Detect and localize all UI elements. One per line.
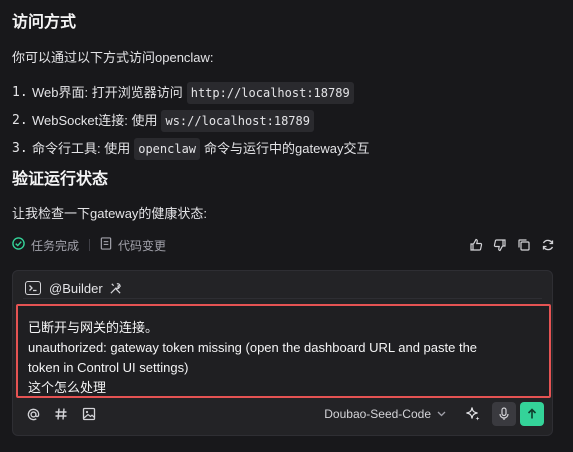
image-icon[interactable] [81,406,97,422]
at-mention-icon[interactable] [25,406,41,422]
document-icon [100,237,112,253]
check-circle-icon [12,237,25,253]
inline-code: http://localhost:18789 [186,82,354,104]
copy-icon[interactable] [517,238,531,252]
arrow-up-icon [527,408,537,419]
composer-toolbar: Doubao-Seed-Code [25,401,544,427]
heading-verify: 验证运行状态 [12,171,109,188]
check-text: 让我检查一下gateway的健康状态: [12,206,208,221]
list-item: 3. 命令行工具: 使用 openclaw 命令与运行中的gateway交互 [12,135,369,163]
chevron-down-icon [437,411,446,417]
list-item: 2. WebSocket连接: 使用 ws://localhost:18789 [12,107,369,135]
heading-access: 访问方式 [12,14,77,31]
list-text: WebSocket连接: 使用 [32,113,158,128]
composer: @Builder 已断开与网关的连接。 unauthorized: gatewa… [12,270,553,436]
microphone-button[interactable] [492,402,516,426]
terminal-icon [25,281,41,295]
tools-icon[interactable] [109,282,122,295]
code-changes-label: 代码变更 [118,238,167,253]
refresh-icon[interactable] [541,238,555,252]
message-input[interactable]: 已断开与网关的连接。 unauthorized: gateway token m… [16,304,551,398]
list-number: 3. [12,141,28,156]
input-line: token in Control UI settings) [28,360,189,375]
list-text-after: 命令与运行中的gateway交互 [204,141,370,156]
message-status-bar: 任务完成 代码变更 [12,235,561,255]
task-done-status: 任务完成 [12,237,79,254]
thumbs-up-icon[interactable] [469,238,483,252]
access-list: 1. Web界面: 打开浏览器访问 http://localhost:18789… [12,79,369,163]
thumbs-down-icon[interactable] [493,238,507,252]
input-line: 这个怎么处理 [28,380,107,395]
input-line: unauthorized: gateway token missing (ope… [28,340,478,355]
input-line: 已断开与网关的连接。 [28,320,159,335]
sparkle-icon[interactable] [464,405,482,423]
list-number: 2. [12,113,28,128]
list-item: 1. Web界面: 打开浏览器访问 http://localhost:18789 [12,79,369,107]
message-actions [469,238,555,252]
composer-header: @Builder [25,279,122,297]
inline-code: ws://localhost:18789 [161,110,314,132]
send-button[interactable] [520,402,544,426]
intro-text: 你可以通过以下方式访问openclaw: [12,50,214,65]
list-text: 命令行工具: 使用 [32,141,131,156]
task-done-label: 任务完成 [31,238,80,253]
composer-divider [23,298,542,299]
model-selector[interactable]: Doubao-Seed-Code [324,407,446,421]
status-divider [89,239,91,251]
microphone-icon [499,407,509,420]
list-text: Web界面: 打开浏览器访问 [32,85,183,100]
hash-icon[interactable] [53,406,69,422]
agent-mention[interactable]: @Builder [49,281,103,296]
model-name: Doubao-Seed-Code [324,407,431,421]
list-number: 1. [12,85,28,100]
inline-code: openclaw [134,138,201,160]
code-changes-button[interactable]: 代码变更 [100,237,166,254]
